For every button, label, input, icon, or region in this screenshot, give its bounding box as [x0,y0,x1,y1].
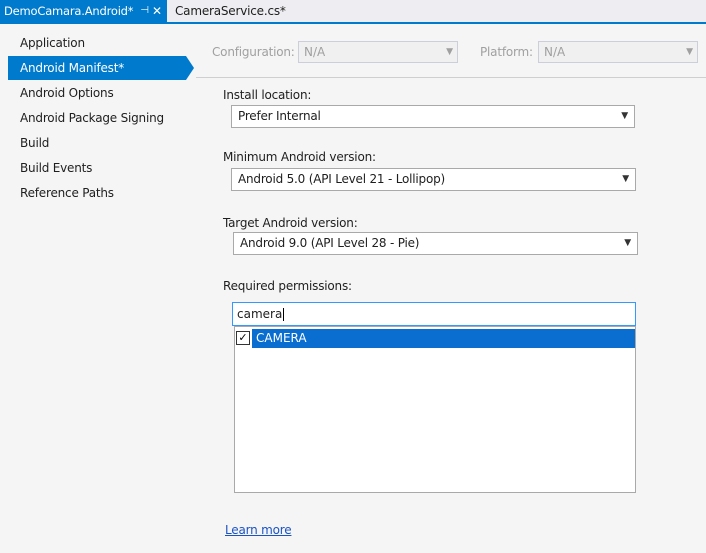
configuration-value: N/A [304,45,326,59]
sidebar-item-label: Reference Paths [20,186,114,200]
permission-label: CAMERA [252,329,635,348]
list-item[interactable]: ✓ CAMERA [235,329,635,348]
target-android-version-select[interactable]: Android 9.0 (API Level 28 - Pie) ▼ [233,232,638,255]
sidebar-item-android-options[interactable]: Android Options [8,81,186,105]
tab-label: CameraService.cs* [175,4,286,18]
sidebar-item-build-events[interactable]: Build Events [8,156,186,180]
target-android-version-label: Target Android version: [223,216,358,230]
chevron-down-icon: ▼ [624,238,631,248]
chevron-down-icon: ▼ [686,47,693,57]
sidebar-item-android-package-signing[interactable]: Android Package Signing [8,106,186,130]
pin-icon[interactable]: ⊣ [140,0,149,22]
platform-label: Platform: [480,45,533,59]
sidebar-item-label: Build [20,136,50,150]
install-location-select[interactable]: Prefer Internal ▼ [231,105,635,128]
install-location-value: Prefer Internal [238,109,321,123]
tab-cameraservice[interactable]: CameraService.cs* [170,0,286,22]
chevron-down-icon: ▼ [446,47,453,57]
install-location-label: Install location: [223,88,312,102]
sidebar-item-reference-paths[interactable]: Reference Paths [8,181,186,205]
android-manifest-panel: Configuration: N/A ▼ Platform: N/A ▼ Ins… [196,26,706,553]
document-tabstrip: DemoCamara.Android* ⊣ ✕ CameraService.cs… [0,0,706,24]
text-caret [283,308,285,321]
learn-more-link[interactable]: Learn more [225,523,292,537]
permissions-search-input[interactable]: camera [232,302,636,326]
platform-select[interactable]: N/A ▼ [538,41,698,63]
chevron-down-icon: ▼ [621,111,628,121]
platform-value: N/A [544,45,566,59]
min-android-version-select[interactable]: Android 5.0 (API Level 21 - Lollipop) ▼ [231,168,636,191]
sidebar-item-label: Build Events [20,161,93,175]
sidebar-item-label: Android Package Signing [20,111,164,125]
min-android-version-label: Minimum Android version: [223,150,376,164]
tab-label: DemoCamara.Android* [4,4,134,18]
min-android-version-value: Android 5.0 (API Level 21 - Lollipop) [238,172,445,186]
permissions-list[interactable]: ✓ CAMERA [234,326,636,493]
configuration-select[interactable]: N/A ▼ [298,41,458,63]
close-icon[interactable]: ✕ [152,0,162,22]
sidebar-item-build[interactable]: Build [8,131,186,155]
sidebar-item-android-manifest[interactable]: Android Manifest* [8,56,194,80]
tab-democamara-android[interactable]: DemoCamara.Android* ⊣ ✕ [0,0,167,22]
sidebar-item-label: Application [20,36,85,50]
chevron-down-icon: ▼ [622,174,629,184]
permissions-search-value: camera [237,307,283,321]
target-android-version-value: Android 9.0 (API Level 28 - Pie) [240,236,420,250]
sidebar-item-application[interactable]: Application [8,31,186,55]
required-permissions-label: Required permissions: [223,279,352,293]
sidebar-item-label: Android Manifest* [20,61,125,75]
camera-checkbox[interactable]: ✓ [236,331,250,345]
configuration-bar: Configuration: N/A ▼ Platform: N/A ▼ [196,26,706,78]
project-properties-sidebar: Application Android Manifest* Android Op… [0,26,196,553]
configuration-label: Configuration: [212,45,295,59]
sidebar-item-label: Android Options [20,86,114,100]
